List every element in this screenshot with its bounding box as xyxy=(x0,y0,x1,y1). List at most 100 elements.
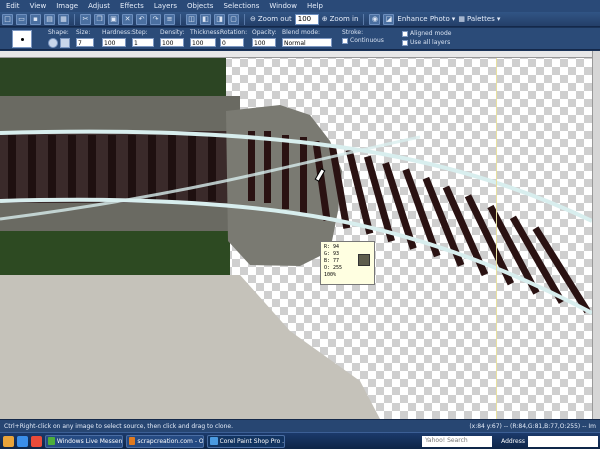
grass-bottom xyxy=(0,231,230,275)
zoom-in-button[interactable]: ⊕ Zoom in xyxy=(322,15,359,23)
status-bar: Ctrl+Right-click on any image to select … xyxy=(0,419,600,432)
horizontal-ruler xyxy=(0,51,592,58)
task-paintshop[interactable]: Corel Paint Shop Pro ... xyxy=(207,434,285,448)
checkbox-icon xyxy=(402,39,408,46)
toolbar-separator xyxy=(74,13,75,25)
save-icon[interactable]: ▪ xyxy=(30,13,41,25)
toolbar-separator xyxy=(180,13,181,25)
opacity-field[interactable]: 100 xyxy=(252,38,276,47)
menu-selections[interactable]: Selections xyxy=(223,2,259,10)
quicklaunch-folder-icon[interactable] xyxy=(3,435,14,447)
checkbox-icon xyxy=(402,30,408,37)
blend-mode-select[interactable]: Normal xyxy=(282,38,332,47)
browser-icon xyxy=(129,437,136,445)
print-icon[interactable]: ▤ xyxy=(44,13,55,25)
menu-window[interactable]: Window xyxy=(269,2,297,10)
address-label: Address xyxy=(501,437,525,445)
aligned-mode-option: Aligned mode xyxy=(402,30,472,37)
zoom-level-field[interactable]: 100 xyxy=(294,13,319,25)
menu-bar: Edit View Image Adjust Effects Layers Ob… xyxy=(0,0,600,12)
task-browser[interactable]: scrapcreation.com - Offlin... xyxy=(126,434,204,448)
checkbox-icon xyxy=(342,37,348,44)
blend-mode-option: Blend mode: Normal xyxy=(282,29,332,47)
open-folder-icon[interactable]: ▭ xyxy=(16,13,27,25)
square-shape-button[interactable] xyxy=(60,38,70,48)
shape-option: Shape: xyxy=(48,29,69,36)
color-swatch xyxy=(358,254,370,266)
menu-objects[interactable]: Objects xyxy=(187,2,213,10)
cut-icon[interactable]: ✂ xyxy=(80,13,91,25)
undo-icon[interactable]: ↶ xyxy=(136,13,147,25)
task-messenger[interactable]: Windows Live Messenger xyxy=(45,434,123,448)
brush-preset[interactable] xyxy=(12,30,32,48)
readout-r: R: 94 xyxy=(324,244,340,250)
menu-layers[interactable]: Layers xyxy=(154,2,177,10)
menu-view[interactable]: View xyxy=(30,2,47,10)
menu-image[interactable]: Image xyxy=(56,2,78,10)
menu-adjust[interactable]: Adjust xyxy=(88,2,110,10)
delete-icon[interactable]: ✕ xyxy=(122,13,133,25)
readout-o: O: 255 xyxy=(324,265,343,271)
hardness-option: Hardness: 100 xyxy=(102,29,133,47)
density-option: Density: 100 xyxy=(160,29,185,47)
status-help-text: Ctrl+Right-click on any image to select … xyxy=(4,422,234,430)
enhance-photo-button[interactable]: Enhance Photo ▾ xyxy=(397,15,455,23)
menu-edit[interactable]: Edit xyxy=(6,2,20,10)
arrange-icon[interactable]: ◫ xyxy=(186,13,197,25)
quicklaunch-browser-icon[interactable] xyxy=(17,435,28,447)
rotation-option: Rotation: 0 xyxy=(220,29,248,47)
zoom-out-button[interactable]: ⊖ Zoom out xyxy=(250,15,292,23)
guide-line[interactable] xyxy=(496,51,497,419)
new-file-icon[interactable]: □ xyxy=(2,13,13,25)
continuous-checkbox[interactable]: Continuous xyxy=(342,37,396,44)
aligned-mode-checkbox[interactable]: Aligned mode xyxy=(402,30,472,37)
yahoo-search-box[interactable]: Yahoo! Search xyxy=(422,435,493,447)
photo-icon[interactable]: ◪ xyxy=(383,13,395,25)
size-option: Size: 7 xyxy=(76,29,94,47)
copy-icon[interactable]: ❐ xyxy=(94,13,105,25)
toolbar-separator xyxy=(363,13,365,25)
round-shape-button[interactable] xyxy=(48,38,58,48)
rotation-field[interactable]: 0 xyxy=(220,38,244,47)
address-input[interactable] xyxy=(528,435,598,447)
menu-help[interactable]: Help xyxy=(307,2,323,10)
cascade-icon[interactable]: ◧ xyxy=(200,13,211,25)
hardness-field[interactable]: 100 xyxy=(102,38,126,47)
use-all-layers-checkbox[interactable]: Use all layers xyxy=(402,39,472,46)
status-coordinates: (x:84 y:67) -- (R:84,G:81,B:77,O:255) --… xyxy=(469,422,596,430)
toolbar-separator xyxy=(244,13,245,25)
step-field[interactable]: 1 xyxy=(132,38,154,47)
thickness-option: Thickness: 100 xyxy=(190,29,222,47)
opacity-option: Opacity: 100 xyxy=(252,29,277,47)
stroke-option: Stroke: Continuous xyxy=(342,29,396,44)
image-canvas[interactable]: R: 94 G: 93 B: 77 O: 255 100% xyxy=(0,51,592,419)
palettes-button[interactable]: ▦ Palettes ▾ xyxy=(458,15,500,23)
windows-taskbar: Windows Live Messenger scrapcreation.com… xyxy=(0,432,600,449)
grass-top xyxy=(0,58,226,96)
fit-icon[interactable]: ▢ xyxy=(228,13,239,25)
camera-icon[interactable]: ◉ xyxy=(369,13,381,25)
browse-icon[interactable]: ▦ xyxy=(58,13,69,25)
chevron-down-icon: ▾ xyxy=(451,15,456,23)
paste-icon[interactable]: ▣ xyxy=(108,13,119,25)
messenger-icon xyxy=(48,437,55,445)
readout-percent: 100% xyxy=(324,272,337,278)
palettes-icon: ▦ xyxy=(458,15,465,23)
redo-icon[interactable]: ↷ xyxy=(150,13,161,25)
history-icon[interactable]: ≡ xyxy=(164,13,175,25)
chevron-down-icon: ▾ xyxy=(496,15,501,23)
step-option: Step: 1 xyxy=(132,29,154,47)
menu-effects[interactable]: Effects xyxy=(120,2,144,10)
canvas-image xyxy=(0,58,592,419)
size-field[interactable]: 7 xyxy=(76,38,94,47)
thickness-field[interactable]: 100 xyxy=(190,38,216,47)
tool-options-bar: Shape: Size: 7 Hardness: 100 Step: 1 Densit… xyxy=(0,28,600,50)
pixel-readout: R: 94 G: 93 B: 77 O: 255 100% xyxy=(320,241,375,285)
density-field[interactable]: 100 xyxy=(160,38,184,47)
all-layers-option: Use all layers xyxy=(402,39,472,46)
vertical-scrollbar[interactable] xyxy=(592,51,600,419)
paintshop-icon xyxy=(210,437,218,445)
quicklaunch-media-icon[interactable] xyxy=(31,435,42,447)
standard-toolbar: □ ▭ ▪ ▤ ▦ ✂ ❐ ▣ ✕ ↶ ↷ ≡ ◫ ◧ ◨ ▢ ⊖ Zoom ou… xyxy=(0,12,600,27)
tile-icon[interactable]: ◨ xyxy=(214,13,225,25)
